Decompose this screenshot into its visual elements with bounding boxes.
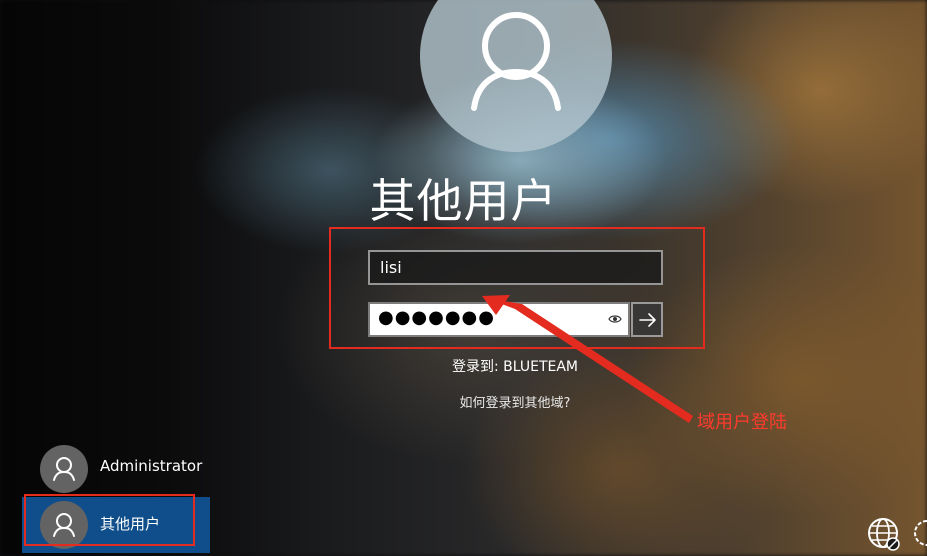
user-item-label: Administrator bbox=[100, 457, 203, 475]
user-icon bbox=[53, 457, 75, 481]
other-domain-link[interactable]: 如何登录到其他域? bbox=[0, 392, 927, 411]
password-row: ●●●●●●● bbox=[368, 302, 663, 337]
arrow-right-icon bbox=[639, 313, 656, 327]
globe-icon[interactable] bbox=[866, 516, 902, 552]
ease-of-access-icon[interactable] bbox=[914, 518, 927, 548]
signin-domain-label: 登录到: BLUETEAM bbox=[451, 359, 579, 375]
annotation-label: 域用户登陆 bbox=[697, 412, 787, 433]
password-input[interactable]: ●●●●●●● bbox=[368, 302, 630, 337]
user-item-administrator[interactable]: Administrator bbox=[22, 441, 210, 497]
submit-button[interactable] bbox=[631, 302, 663, 337]
lock-screen: 其他用户 lisi ●●●●●●● 登录到: BLUETEAM 如何登录到其他域… bbox=[0, 0, 927, 556]
user-icon bbox=[471, 12, 561, 111]
user-highlight-box bbox=[24, 494, 195, 546]
eye-icon[interactable] bbox=[608, 314, 622, 324]
avatar bbox=[40, 445, 88, 493]
username-input[interactable]: lisi bbox=[368, 250, 663, 285]
page-title: 其他用户 bbox=[369, 174, 558, 228]
password-masked-value: ●●●●●●● bbox=[378, 307, 495, 328]
